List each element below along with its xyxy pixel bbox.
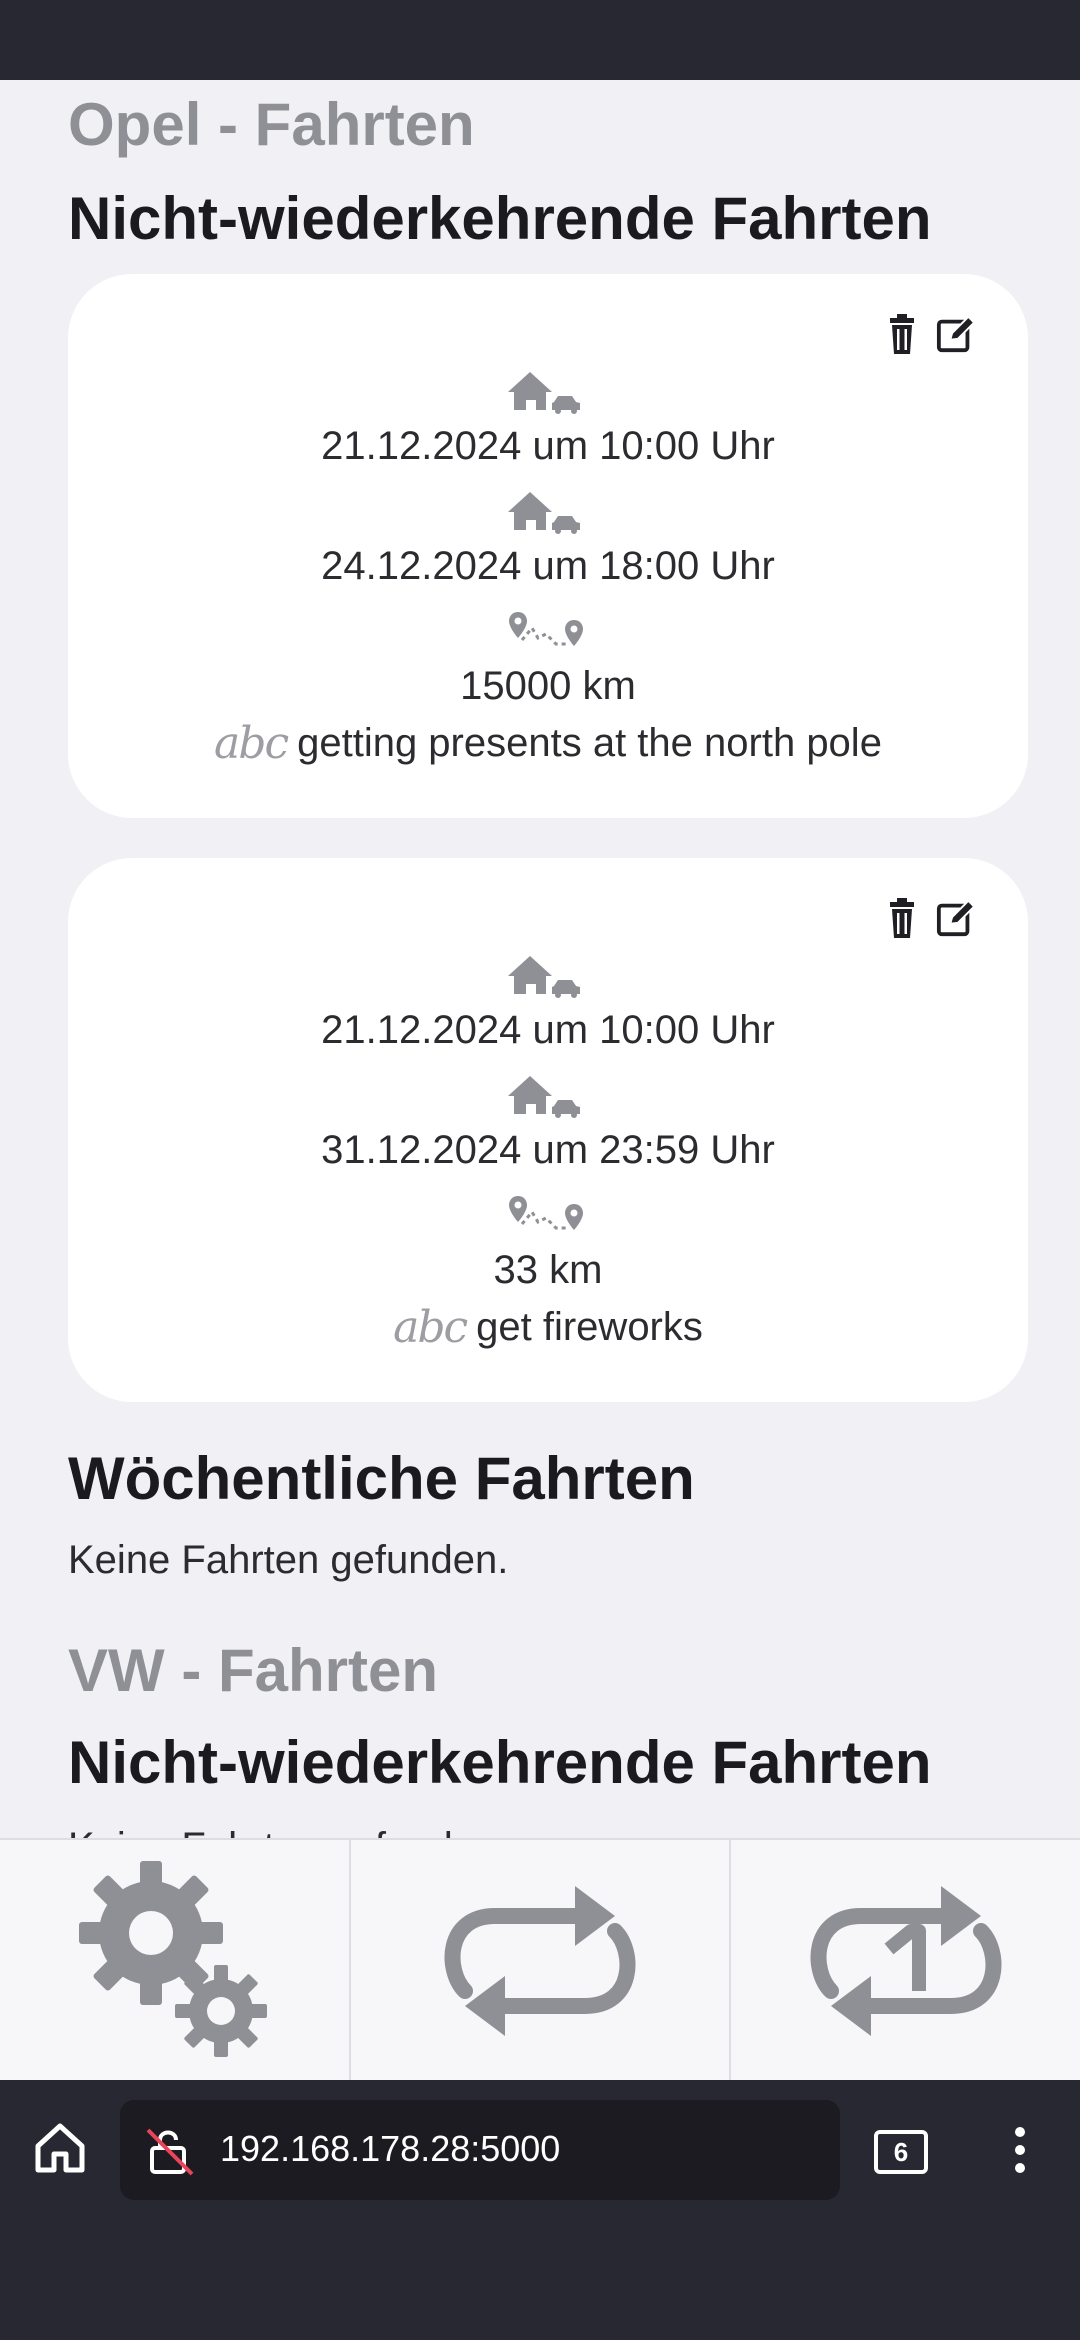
one-time-trips-heading: Nicht-wiederkehrende Fahrten — [68, 185, 932, 252]
url-text: 192.168.178.28:5000 — [220, 2128, 561, 2169]
start-icon — [68, 954, 1028, 998]
trip-note: abc getting presents at the north pole — [68, 718, 1028, 769]
text-note-icon: abc — [393, 1302, 468, 1353]
route-icon — [68, 1194, 1028, 1238]
text-note-icon: abc — [214, 718, 289, 769]
edit-button[interactable] — [936, 896, 976, 940]
bottom-navigation — [0, 1838, 1080, 2082]
weekly-trips-button[interactable] — [348, 1840, 730, 2082]
site-info-button[interactable] — [146, 2126, 196, 2181]
route-icon — [68, 610, 1028, 654]
trip-distance: 15000 km — [460, 664, 636, 708]
one-time-trips-button[interactable] — [729, 1840, 1080, 2082]
trip-start: 21.12.2024 um 10:00 Uhr — [321, 424, 775, 468]
settings-icon — [79, 1861, 268, 2057]
edit-icon — [936, 315, 976, 353]
trip-end: 24.12.2024 um 18:00 Uhr — [321, 544, 775, 588]
home-icon — [35, 2123, 85, 2173]
edit-button[interactable] — [936, 312, 976, 356]
start-icon — [68, 370, 1028, 414]
end-icon — [68, 1074, 1028, 1118]
trip-note: abc get fireworks — [68, 1302, 1028, 1353]
url-bar[interactable]: 192.168.178.28:5000 — [120, 2100, 840, 2200]
end-icon — [68, 490, 1028, 534]
tab-switcher-button[interactable]: 6 — [874, 2130, 928, 2174]
vehicle-title-opel: Opel - Fahrten — [68, 91, 475, 158]
settings-button[interactable] — [0, 1840, 349, 2082]
trip-card: 21.12.2024 um 10:00 Uhr 24.12.2024 um 18… — [68, 274, 1028, 818]
vehicle-title-vw: VW - Fahrten — [68, 1637, 438, 1704]
one-time-trips-heading: Nicht-wiederkehrende Fahrten — [68, 1729, 932, 1796]
browser-toolbar: 192.168.178.28:5000 6 — [0, 2080, 1080, 2340]
delete-button[interactable] — [882, 312, 922, 356]
empty-message: Keine Fahrten gefunden. — [68, 1538, 509, 1582]
trip-end: 31.12.2024 um 23:59 Uhr — [321, 1128, 775, 1172]
repeat-once-icon — [810, 1886, 1002, 2036]
insecure-lock-icon — [146, 2128, 194, 2176]
trip-start: 21.12.2024 um 10:00 Uhr — [321, 1008, 775, 1052]
more-vertical-icon — [1015, 2127, 1025, 2173]
trip-note-text: get fireworks — [476, 1305, 703, 1349]
trip-note-text: getting presents at the north pole — [297, 721, 882, 765]
edit-icon — [936, 899, 976, 937]
repeat-icon — [444, 1886, 636, 2036]
delete-button[interactable] — [882, 896, 922, 940]
trash-icon — [890, 314, 914, 354]
trash-icon — [890, 898, 914, 938]
home-button[interactable] — [32, 2120, 88, 2181]
weekly-trips-heading: Wöchentliche Fahrten — [68, 1445, 695, 1512]
trip-card: 21.12.2024 um 10:00 Uhr 31.12.2024 um 23… — [68, 858, 1028, 1402]
status-bar — [0, 0, 1080, 80]
main-content[interactable]: Opel - Fahrten Nicht-wiederkehrende Fahr… — [0, 80, 1080, 1840]
menu-button[interactable] — [1010, 2126, 1030, 2179]
trip-distance: 33 km — [493, 1248, 603, 1292]
